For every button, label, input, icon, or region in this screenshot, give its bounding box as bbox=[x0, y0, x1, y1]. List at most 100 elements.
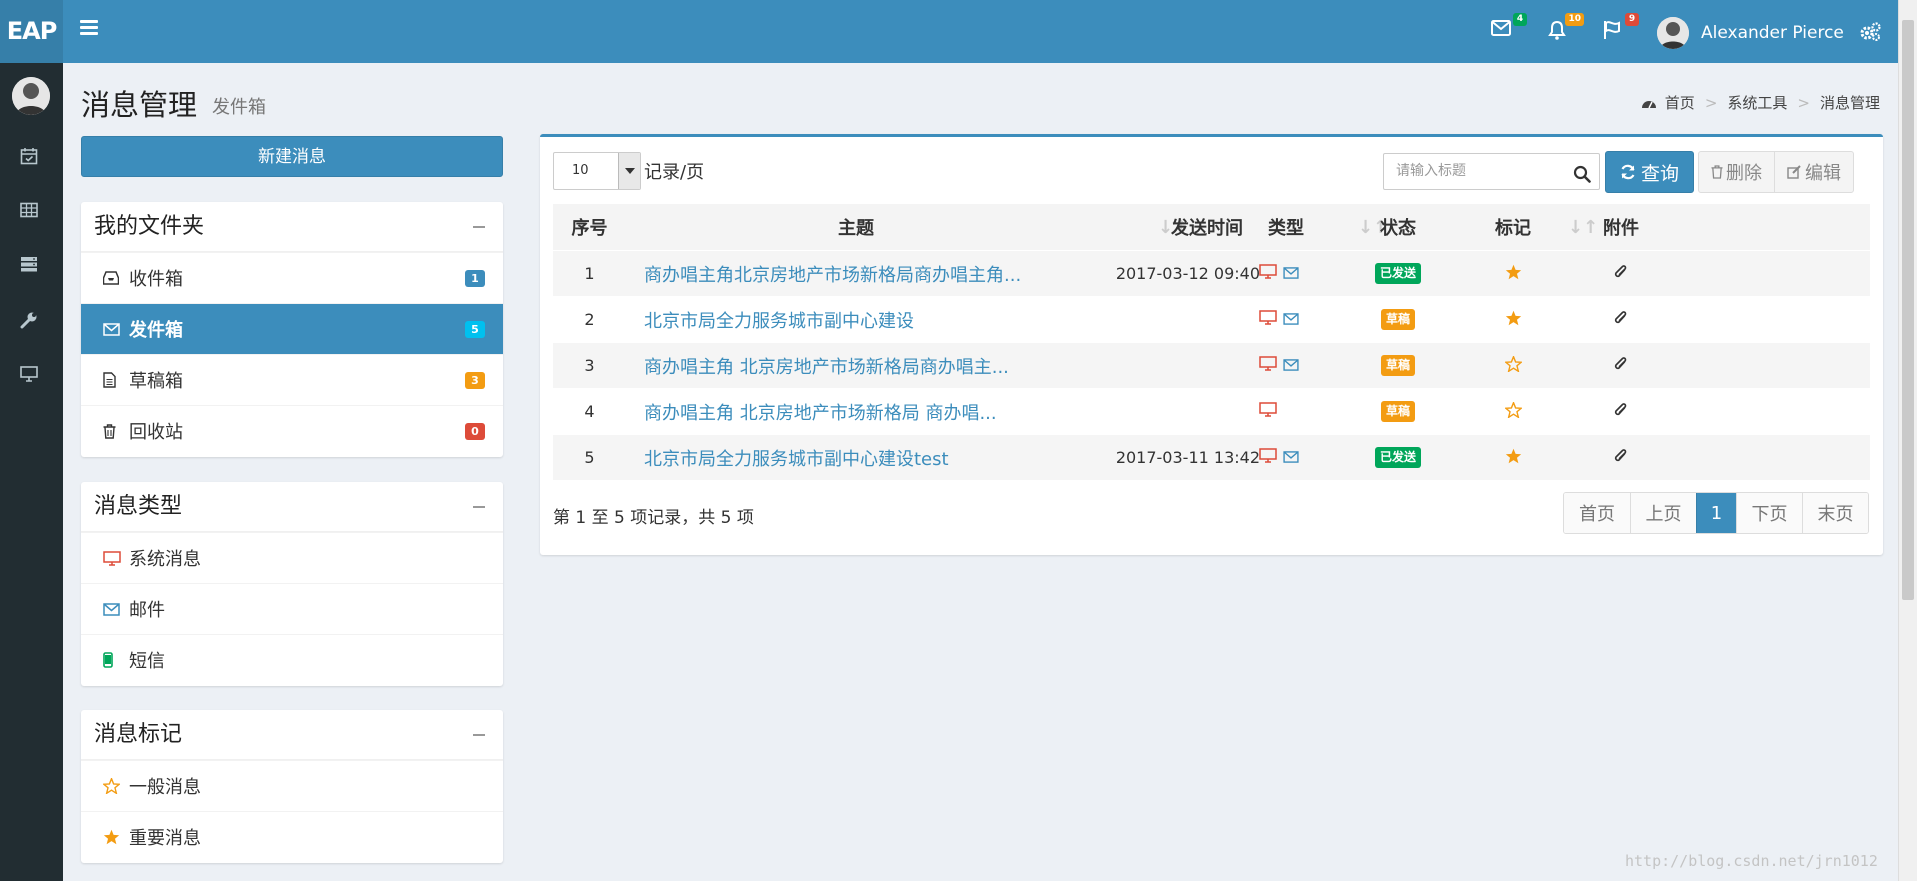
trash-icon bbox=[1711, 165, 1723, 179]
cell-status: 草稿 bbox=[1348, 297, 1448, 342]
table-row[interactable]: 1 商办唱主角北京房地产市场新格局商办唱主角... 2017-03-12 09:40… bbox=[553, 250, 1870, 296]
message-subject-link[interactable]: 北京市局全力服务城市副中心建设 bbox=[644, 307, 914, 333]
breadcrumb-home[interactable]: 首页 bbox=[1665, 92, 1695, 113]
calendar-icon[interactable] bbox=[20, 147, 42, 169]
trash-icon bbox=[103, 423, 123, 439]
new-message-button[interactable]: 新建消息 bbox=[81, 136, 503, 177]
folder-outbox[interactable]: 发件箱 5 bbox=[81, 303, 503, 354]
type-sms[interactable]: 短信 bbox=[81, 634, 503, 685]
search-input[interactable]: 请输入标题 bbox=[1383, 153, 1600, 190]
status-badge: 草稿 bbox=[1380, 401, 1415, 422]
folder-inbox[interactable]: 收件箱 1 bbox=[81, 252, 503, 303]
mail-notifications[interactable]: 4 bbox=[1491, 13, 1527, 46]
paperclip-icon[interactable] bbox=[1614, 356, 1628, 376]
page-current[interactable]: 1 bbox=[1696, 493, 1736, 533]
cell-type bbox=[1259, 389, 1319, 434]
table-row[interactable]: 2 北京市局全力服务城市副中心建设 草稿 bbox=[553, 296, 1870, 342]
envelope-icon bbox=[1283, 264, 1299, 283]
flag-notifications[interactable]: 9 bbox=[1603, 13, 1639, 46]
sidebar-avatar[interactable] bbox=[12, 77, 50, 115]
star-icon[interactable] bbox=[1505, 310, 1522, 330]
desktop-icon[interactable] bbox=[20, 366, 42, 388]
search-icon[interactable] bbox=[1573, 162, 1591, 197]
folders-box-header: 我的文件夹 bbox=[81, 202, 503, 252]
col-mark[interactable]: 标记 bbox=[1463, 204, 1563, 250]
query-button[interactable]: 查询 bbox=[1605, 151, 1694, 193]
table-row[interactable]: 4 商办唱主角 北京房地产市场新格局 商办唱... 草稿 bbox=[553, 388, 1870, 434]
top-header: EAP 4 10 9 Alexander Pierce bbox=[0, 0, 1898, 63]
folder-trash[interactable]: 回收站 0 bbox=[81, 405, 503, 456]
envelope-icon bbox=[1283, 448, 1299, 467]
star-outline-icon[interactable] bbox=[1503, 400, 1523, 422]
star-outline-icon bbox=[103, 778, 123, 794]
message-marks-box: 消息标记 一般消息 重要消息 bbox=[81, 710, 503, 863]
star-icon[interactable] bbox=[1505, 264, 1522, 284]
message-subject-link[interactable]: 商办唱主角北京房地产市场新格局商办唱主角... bbox=[644, 261, 1021, 287]
page-size-select[interactable]: 10 bbox=[553, 152, 641, 190]
collapse-icon[interactable] bbox=[473, 226, 485, 228]
cell-attach bbox=[1576, 297, 1666, 342]
cell-seq: 4 bbox=[584, 402, 595, 421]
collapse-icon[interactable] bbox=[473, 506, 485, 508]
cell-time: 2017-03-12 09:40 bbox=[1115, 264, 1260, 283]
page-prev[interactable]: 上页 bbox=[1630, 493, 1696, 533]
type-email[interactable]: 邮件 bbox=[81, 583, 503, 634]
cell-subject: 商办唱主角北京房地产市场新格局商办唱主角... bbox=[644, 251, 1114, 296]
cell-mark bbox=[1463, 435, 1563, 480]
type-system[interactable]: 系统消息 bbox=[81, 532, 503, 583]
monitor-icon bbox=[1259, 448, 1277, 467]
inbox-icon bbox=[103, 271, 123, 285]
flag-badge: 9 bbox=[1625, 13, 1639, 26]
breadcrumb-tools[interactable]: 系统工具 bbox=[1727, 92, 1787, 113]
cell-status: 草稿 bbox=[1348, 343, 1448, 388]
col-time[interactable]: 发送时间 bbox=[1083, 204, 1263, 250]
status-badge: 已发送 bbox=[1374, 447, 1421, 468]
col-seq[interactable]: 序号 bbox=[563, 204, 616, 250]
scrollbar-thumb[interactable] bbox=[1902, 20, 1914, 600]
star-outline-icon[interactable] bbox=[1503, 354, 1523, 376]
cell-subject: 商办唱主角 北京房地产市场新格局商办唱主... bbox=[644, 343, 1114, 388]
delete-button[interactable]: 删除 bbox=[1699, 152, 1775, 192]
message-subject-link[interactable]: 北京市局全力服务城市副中心建设test bbox=[644, 445, 949, 471]
message-subject-link[interactable]: 商办唱主角 北京房地产市场新格局商办唱主... bbox=[644, 353, 1009, 379]
mark-important[interactable]: 重要消息 bbox=[81, 811, 503, 862]
envelope-icon bbox=[103, 322, 123, 336]
logo[interactable]: EAP bbox=[0, 0, 63, 63]
page-last[interactable]: 末页 bbox=[1802, 493, 1868, 533]
collapse-icon[interactable] bbox=[473, 734, 485, 736]
cell-status: 已发送 bbox=[1348, 435, 1448, 480]
bell-notifications[interactable]: 10 bbox=[1548, 13, 1584, 46]
page-first[interactable]: 首页 bbox=[1564, 493, 1630, 533]
paperclip-icon[interactable] bbox=[1614, 264, 1628, 284]
types-title: 消息类型 bbox=[94, 494, 183, 519]
menu-toggle-icon[interactable] bbox=[80, 20, 98, 36]
table-icon[interactable] bbox=[20, 202, 42, 224]
paperclip-icon[interactable] bbox=[1614, 310, 1628, 330]
envelope-icon bbox=[1491, 20, 1511, 36]
user-menu[interactable]: Alexander Pierce bbox=[1657, 17, 1844, 49]
folder-drafts-label: 草稿箱 bbox=[129, 371, 183, 392]
wrench-icon[interactable] bbox=[20, 311, 42, 333]
type-system-label: 系统消息 bbox=[129, 549, 201, 570]
page-scrollbar[interactable] bbox=[1898, 0, 1917, 881]
server-icon[interactable] bbox=[20, 256, 42, 278]
chevron-down-icon[interactable] bbox=[618, 153, 640, 189]
message-subject-link[interactable]: 商办唱主角 北京房地产市场新格局 商办唱... bbox=[644, 399, 997, 425]
user-name: Alexander Pierce bbox=[1701, 23, 1844, 43]
paperclip-icon[interactable] bbox=[1614, 448, 1628, 468]
dashboard-icon bbox=[1641, 100, 1656, 108]
star-icon[interactable] bbox=[1505, 448, 1522, 468]
paperclip-icon[interactable] bbox=[1614, 402, 1628, 422]
folder-drafts[interactable]: 草稿箱 3 bbox=[81, 354, 503, 405]
settings-gears-icon[interactable] bbox=[1859, 22, 1881, 47]
bell-badge: 10 bbox=[1565, 13, 1584, 26]
mark-normal[interactable]: 一般消息 bbox=[81, 760, 503, 811]
cell-time bbox=[1073, 343, 1263, 388]
col-subject[interactable]: 主题 bbox=[641, 204, 1071, 250]
message-table: 序号 主题 ↓↑ 发送时间 ↓↑ 类型 状态 标记 ↓↑ 附件 1 商办唱主角北京… bbox=[553, 203, 1870, 480]
table-row[interactable]: 5 北京市局全力服务城市副中心建设test 2017-03-11 13:42 已发送 bbox=[553, 434, 1870, 480]
table-row[interactable]: 3 商办唱主角 北京房地产市场新格局商办唱主... 草稿 bbox=[553, 342, 1870, 388]
edit-button[interactable]: 编辑 bbox=[1775, 152, 1853, 192]
cell-seq: 2 bbox=[584, 310, 595, 329]
page-next[interactable]: 下页 bbox=[1736, 493, 1802, 533]
